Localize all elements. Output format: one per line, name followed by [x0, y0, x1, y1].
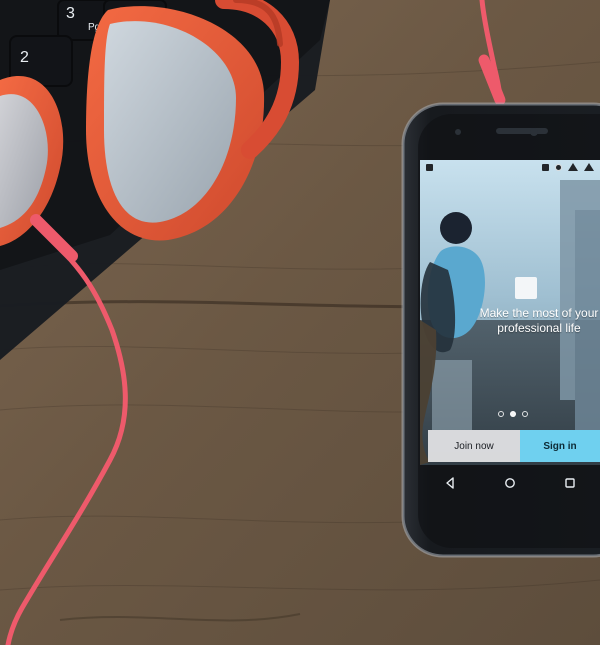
- sign-in-button[interactable]: Sign in: [520, 430, 600, 462]
- wifi-icon: [568, 163, 578, 171]
- key-3-label: 3: [66, 5, 75, 22]
- recents-icon[interactable]: [560, 473, 580, 493]
- vibrate-icon: [542, 163, 549, 171]
- key-2-label: 2: [20, 49, 29, 66]
- onboarding-page-indicator: [498, 411, 528, 417]
- phone-screen: Make the most of your professional life …: [420, 160, 600, 465]
- page-dot: [522, 411, 528, 417]
- status-left: [426, 163, 433, 171]
- page-dot: [498, 411, 504, 417]
- status-bar: [420, 160, 600, 174]
- status-right: [542, 163, 594, 171]
- headline-text: Make the most of your professional life: [479, 306, 599, 335]
- signal-icon: [584, 163, 594, 171]
- alarm-icon: [555, 163, 562, 171]
- app-logo: [515, 277, 537, 299]
- screen-icon: [426, 163, 433, 171]
- home-icon[interactable]: [500, 473, 520, 493]
- join-now-button[interactable]: Join now: [428, 430, 520, 462]
- back-icon[interactable]: [440, 473, 460, 493]
- page-dot-active: [510, 411, 516, 417]
- android-nav-bar: [420, 465, 600, 501]
